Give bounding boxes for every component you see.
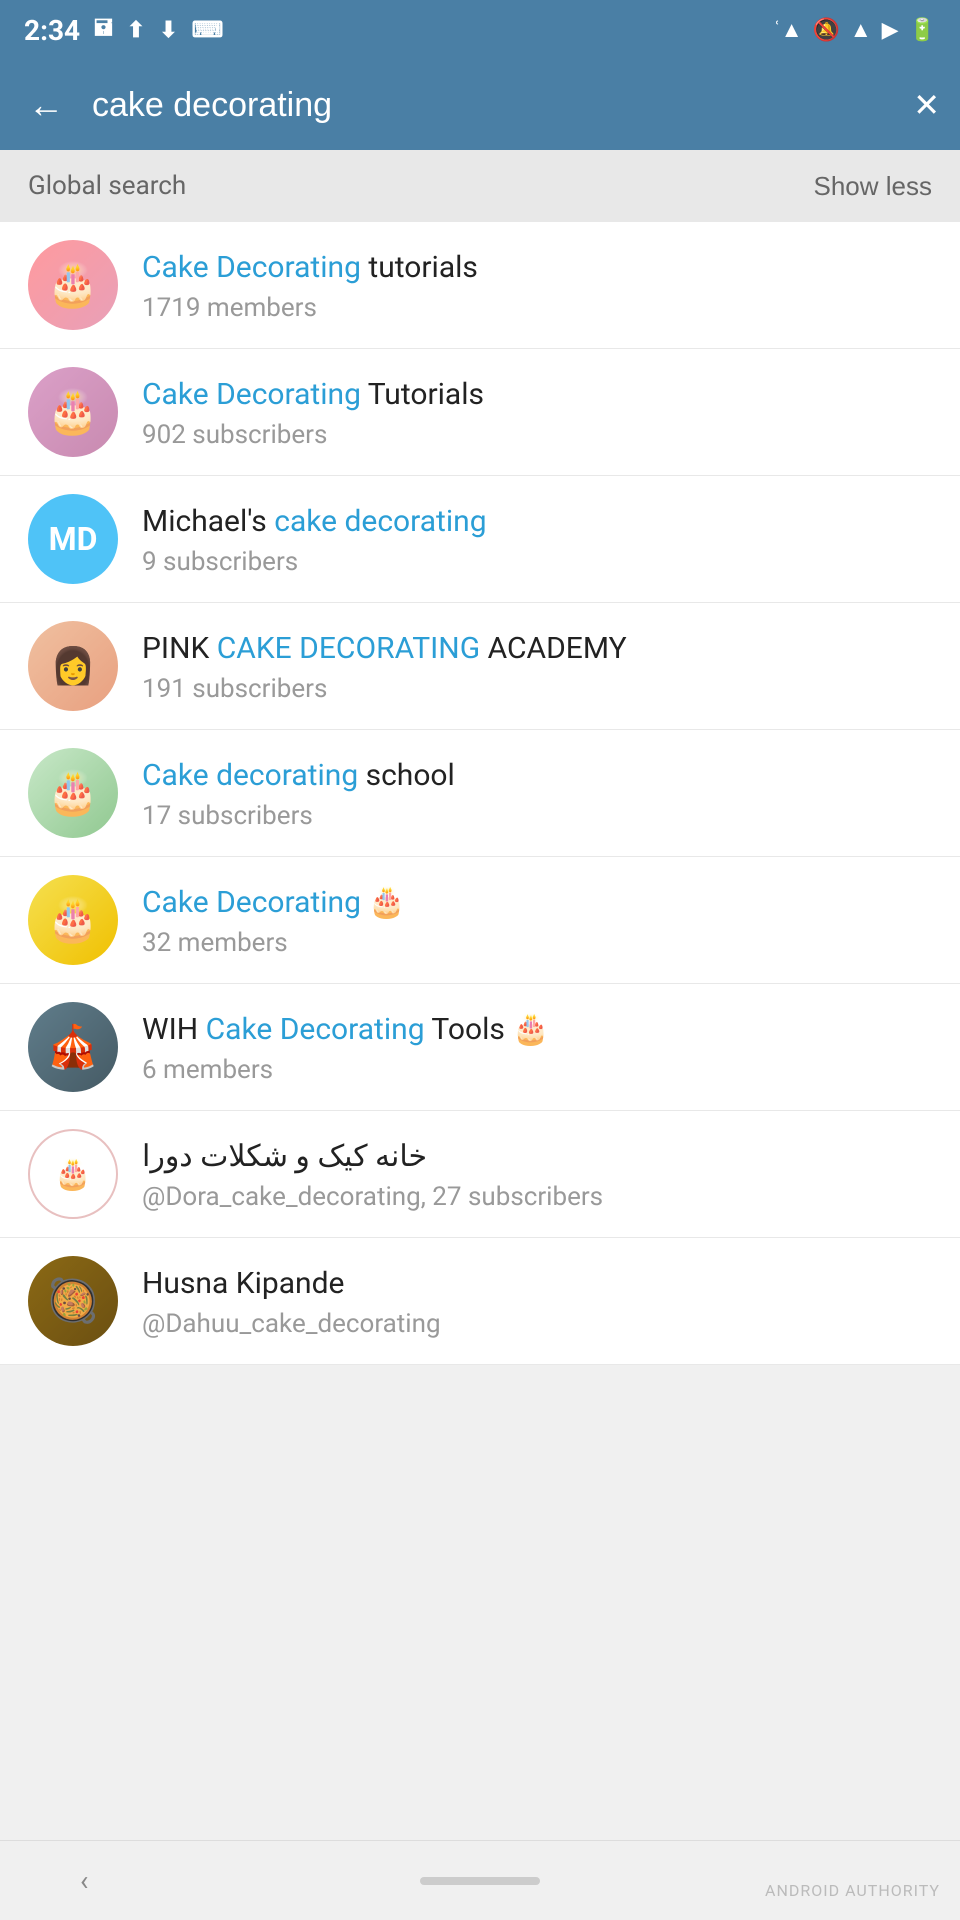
signal-icon: ▶ [882,18,899,43]
bottom-navigation: ‹ ANDROID AUTHORITY [0,1840,960,1920]
search-bar: ← ✕ [0,60,960,150]
result-info: خانه کیک و شکلات دورا @Dora_cake_decorati… [142,1137,932,1212]
result-info: Michael's cake decorating 9 subscribers [142,502,932,577]
result-info: Cake Decorating tutorials 1719 members [142,248,932,323]
status-bar-right: ʿ▲ 🔕 ▲ ▶ 🔋 [773,17,936,43]
status-bar: 2:34 🖬 ⬆ ⬇ ⌨ ʿ▲ 🔕 ▲ ▶ 🔋 [0,0,960,60]
avatar: 🎂 [28,1129,118,1219]
list-item[interactable]: MD Michael's cake decorating 9 subscribers [0,476,960,603]
avatar: 🎂 [28,240,118,330]
nav-back-button[interactable]: ‹ [80,1864,88,1897]
download-icon: ⬇ [159,18,177,43]
results-list: 🎂 Cake Decorating tutorials 1719 members 🎂 C… [0,222,960,1365]
bluetooth-icon: ʿ▲ [773,17,802,43]
result-name: خانه کیک و شکلات دورا [142,1137,932,1176]
avatar: 🎂 [28,875,118,965]
result-meta: 6 members [142,1055,932,1085]
home-indicator[interactable] [420,1877,540,1885]
result-info: WIH Cake Decorating Tools 🎂 6 members [142,1010,932,1085]
result-meta: 191 subscribers [142,674,932,704]
keyboard-icon: ⌨ [192,18,224,43]
list-item[interactable]: 🎂 Cake decorating school 17 subscribers [0,730,960,857]
watermark: ANDROID AUTHORITY [765,1881,940,1900]
status-bar-left: 2:34 🖬 ⬆ ⬇ ⌨ [24,11,223,49]
result-info: Cake decorating school 17 subscribers [142,756,932,831]
show-less-button[interactable]: Show less [814,171,933,202]
result-name: Cake decorating school [142,756,932,795]
result-meta: 32 members [142,928,932,958]
list-item[interactable]: 🎂 Cake Decorating tutorials 1719 members [0,222,960,349]
avatar: MD [28,494,118,584]
result-info: PINK CAKE DECORATING ACADEMY 191 subscrib… [142,629,932,704]
result-meta: 9 subscribers [142,547,932,577]
global-search-label: Global search [28,171,186,201]
result-name: Husna Kipande [142,1264,932,1303]
result-meta: @Dora_cake_decorating, 27 subscribers [142,1182,932,1212]
notification-icon: 🖬 [94,11,113,49]
result-meta: @Dahuu_cake_decorating [142,1309,932,1339]
avatar: 👩 [28,621,118,711]
list-item[interactable]: 👩 PINK CAKE DECORATING ACADEMY 191 subscri… [0,603,960,730]
result-meta: 902 subscribers [142,420,932,450]
global-search-header: Global search Show less [0,150,960,222]
back-button[interactable]: ← [20,84,72,126]
result-info: Husna Kipande @Dahuu_cake_decorating [142,1264,932,1339]
list-item[interactable]: 🎂 خانه کیک و شکلات دورا @Dora_cake_decorat… [0,1111,960,1238]
result-name: Cake Decorating tutorials [142,248,932,287]
result-meta: 1719 members [142,293,932,323]
result-name: Cake Decorating Tutorials [142,375,932,414]
result-name: WIH Cake Decorating Tools 🎂 [142,1010,932,1049]
avatar: 🎪 [28,1002,118,1092]
list-item[interactable]: 🥘 Husna Kipande @Dahuu_cake_decorating [0,1238,960,1365]
result-name: Michael's cake decorating [142,502,932,541]
list-item[interactable]: 🎂 Cake Decorating Tutorials 902 subscriber… [0,349,960,476]
no-sound-icon: 🔕 [812,18,839,43]
result-name: PINK CAKE DECORATING ACADEMY [142,629,932,668]
avatar: 🎂 [28,748,118,838]
clear-search-button[interactable]: ✕ [913,86,940,124]
wifi-icon: ▲ [850,17,872,43]
list-item[interactable]: 🎪 WIH Cake Decorating Tools 🎂 6 members [0,984,960,1111]
result-meta: 17 subscribers [142,801,932,831]
search-input-wrapper [92,86,893,125]
result-info: Cake Decorating Tutorials 902 subscribers [142,375,932,450]
result-name: Cake Decorating 🎂 [142,883,932,922]
search-input[interactable] [92,86,893,125]
result-info: Cake Decorating 🎂 32 members [142,883,932,958]
avatar: 🎂 [28,367,118,457]
battery-icon: 🔋 [909,18,936,43]
time-display: 2:34 [24,14,80,47]
list-item[interactable]: 🎂 Cake Decorating 🎂 32 members [0,857,960,984]
upload-icon: ⬆ [127,18,145,43]
avatar: 🥘 [28,1256,118,1346]
